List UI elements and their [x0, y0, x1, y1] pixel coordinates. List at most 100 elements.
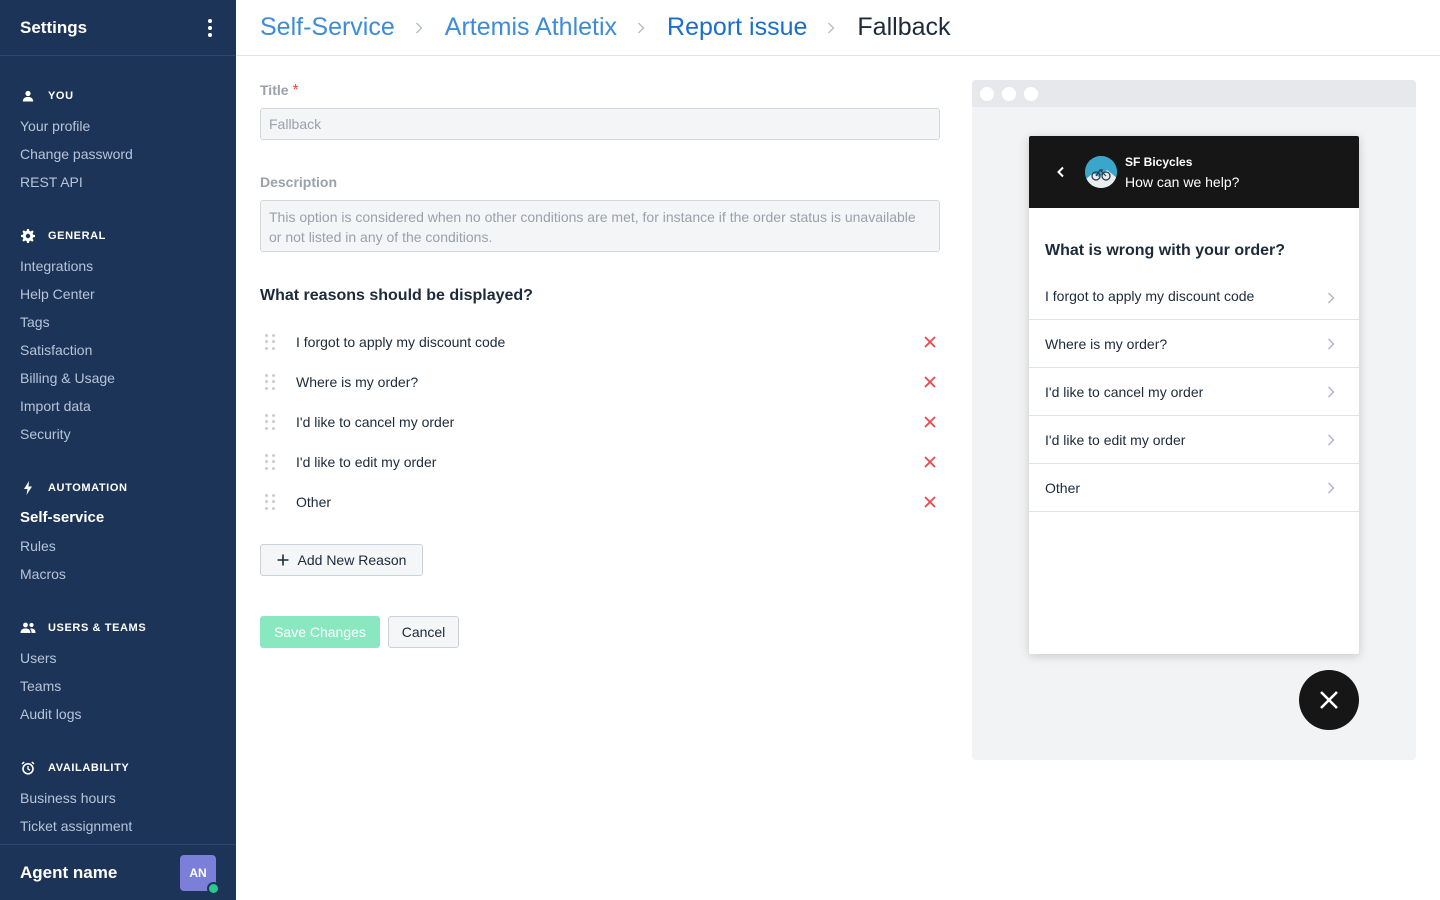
close-widget-button[interactable] — [1299, 670, 1359, 730]
widget-option[interactable]: I'd like to edit my order — [1029, 416, 1359, 464]
agent-name[interactable]: Agent name — [20, 863, 117, 883]
sidebar-section-automation: AUTOMATION Self-service Rules Macros — [0, 478, 236, 588]
browser-window-bar — [972, 80, 1416, 107]
users-icon — [20, 620, 36, 636]
chat-widget: SF Bicycles How can we help? What is wro… — [1029, 136, 1359, 654]
widget-question: What is wrong with your order? — [1045, 242, 1285, 259]
description-label: Description — [260, 174, 338, 190]
drag-handle-icon[interactable] — [265, 374, 275, 390]
reason-label: I'd like to cancel my order — [296, 414, 455, 430]
remove-reason-icon[interactable] — [922, 414, 938, 430]
drag-handle-icon[interactable] — [265, 414, 275, 430]
sidebar: Settings YOU Your profile Change passwor… — [0, 0, 236, 900]
breadcrumb-artemis-athletix[interactable]: Artemis Athletix — [445, 13, 617, 42]
sidebar-item-help-center[interactable]: Help Center — [0, 280, 236, 308]
widget-preview: SF Bicycles How can we help? What is wro… — [972, 80, 1416, 760]
sidebar-item-rules[interactable]: Rules — [0, 532, 236, 560]
reason-row: Where is my order? — [260, 362, 940, 402]
avatar[interactable]: AN — [180, 854, 220, 895]
drag-handle-icon[interactable] — [265, 454, 275, 470]
widget-subtitle: How can we help? — [1125, 173, 1240, 190]
cancel-button[interactable]: Cancel — [388, 616, 459, 648]
chevron-right-icon — [1327, 337, 1335, 350]
window-dot-icon — [1002, 86, 1016, 101]
alarm-clock-icon — [20, 760, 36, 776]
chevron-right-icon — [415, 21, 425, 34]
breadcrumb: Self-Service Artemis Athletix Report iss… — [236, 0, 1440, 56]
sidebar-item-integrations[interactable]: Integrations — [0, 252, 236, 280]
sidebar-item-business-hours[interactable]: Business hours — [0, 784, 236, 812]
widget-option[interactable]: Other — [1029, 464, 1359, 512]
user-icon — [20, 88, 36, 104]
widget-options-list: I forgot to apply my discount code Where… — [1029, 284, 1359, 512]
reason-label: Where is my order? — [296, 374, 419, 390]
remove-reason-icon[interactable] — [922, 374, 938, 390]
chevron-left-icon[interactable] — [1053, 164, 1069, 180]
sidebar-section-general: GENERAL Integrations Help Center Tags Sa… — [0, 226, 236, 448]
lightning-icon — [20, 480, 36, 496]
sidebar-item-rest-api[interactable]: REST API — [0, 168, 236, 196]
sidebar-item-macros[interactable]: Macros — [0, 560, 236, 588]
sidebar-item-change-password[interactable]: Change password — [0, 140, 236, 168]
add-new-reason-button[interactable]: Add New Reason — [260, 544, 423, 576]
widget-option[interactable]: Where is my order? — [1029, 320, 1359, 368]
sidebar-header: Settings — [0, 0, 236, 56]
reasons-heading: What reasons should be displayed? — [260, 287, 533, 304]
chevron-right-icon — [1327, 292, 1335, 304]
sidebar-item-users[interactable]: Users — [0, 644, 236, 672]
sidebar-item-tags[interactable]: Tags — [0, 308, 236, 336]
breadcrumb-self-service[interactable]: Self-Service — [260, 13, 395, 42]
sidebar-section-availability: AVAILABILITY Business hours Ticket assig… — [0, 758, 236, 840]
reason-row: I'd like to edit my order — [260, 442, 940, 482]
sidebar-item-security[interactable]: Security — [0, 420, 236, 448]
reason-label: Other — [296, 494, 332, 510]
sidebar-item-ticket-assignment[interactable]: Ticket assignment — [0, 812, 236, 840]
brand-name: SF Bicycles — [1125, 154, 1193, 169]
sidebar-item-billing-usage[interactable]: Billing & Usage — [0, 364, 236, 392]
widget-option-label: Where is my order? — [1045, 335, 1168, 352]
avatar-initials: AN — [189, 865, 207, 880]
title-input[interactable] — [260, 108, 940, 140]
close-icon — [1320, 691, 1338, 709]
gear-icon — [20, 228, 36, 244]
breadcrumb-current-page: Fallback — [857, 13, 951, 41]
remove-reason-icon[interactable] — [922, 334, 938, 350]
brand-logo — [1085, 156, 1117, 188]
more-options-icon[interactable] — [200, 18, 220, 38]
widget-option-label: I forgot to apply my discount code — [1045, 288, 1255, 304]
sidebar-section-label: AVAILABILITY — [48, 762, 130, 774]
breadcrumb-report-issue[interactable]: Report issue — [667, 13, 807, 42]
sidebar-section-users-teams: USERS & TEAMS Users Teams Audit logs — [0, 618, 236, 728]
chevron-right-icon — [1327, 385, 1335, 398]
widget-option-label: I'd like to cancel my order — [1045, 383, 1204, 400]
remove-reason-icon[interactable] — [922, 454, 938, 470]
widget-option[interactable]: I'd like to cancel my order — [1029, 368, 1359, 416]
sidebar-section-you: YOU Your profile Change password REST AP… — [0, 86, 236, 196]
chevron-right-icon — [637, 21, 647, 34]
reason-row: I forgot to apply my discount code — [260, 322, 940, 362]
reason-row: I'd like to cancel my order — [260, 402, 940, 442]
chevron-right-icon — [1327, 481, 1335, 494]
sidebar-section-label: AUTOMATION — [48, 482, 128, 494]
title-label: Title * — [260, 82, 299, 99]
sidebar-item-teams[interactable]: Teams — [0, 672, 236, 700]
sidebar-footer: Agent name AN — [0, 844, 236, 900]
sidebar-item-your-profile[interactable]: Your profile — [0, 112, 236, 140]
widget-option[interactable]: I forgot to apply my discount code — [1029, 284, 1359, 320]
sidebar-section-label: GENERAL — [48, 230, 106, 242]
description-textarea[interactable]: This option is considered when no other … — [260, 200, 940, 252]
sidebar-item-satisfaction[interactable]: Satisfaction — [0, 336, 236, 364]
drag-handle-icon[interactable] — [265, 494, 275, 510]
chevron-right-icon — [827, 21, 837, 34]
sidebar-item-self-service[interactable]: Self-service — [0, 504, 236, 532]
sidebar-item-import-data[interactable]: Import data — [0, 392, 236, 420]
reason-row: Other — [260, 482, 940, 522]
reason-label: I'd like to edit my order — [296, 454, 437, 470]
drag-handle-icon[interactable] — [265, 334, 275, 350]
save-changes-button[interactable]: Save Changes — [260, 616, 380, 648]
add-new-reason-label: Add New Reason — [297, 552, 407, 568]
remove-reason-icon[interactable] — [922, 494, 938, 510]
sidebar-section-label: USERS & TEAMS — [48, 622, 147, 634]
reason-label: I forgot to apply my discount code — [296, 334, 506, 350]
sidebar-item-audit-logs[interactable]: Audit logs — [0, 700, 236, 728]
